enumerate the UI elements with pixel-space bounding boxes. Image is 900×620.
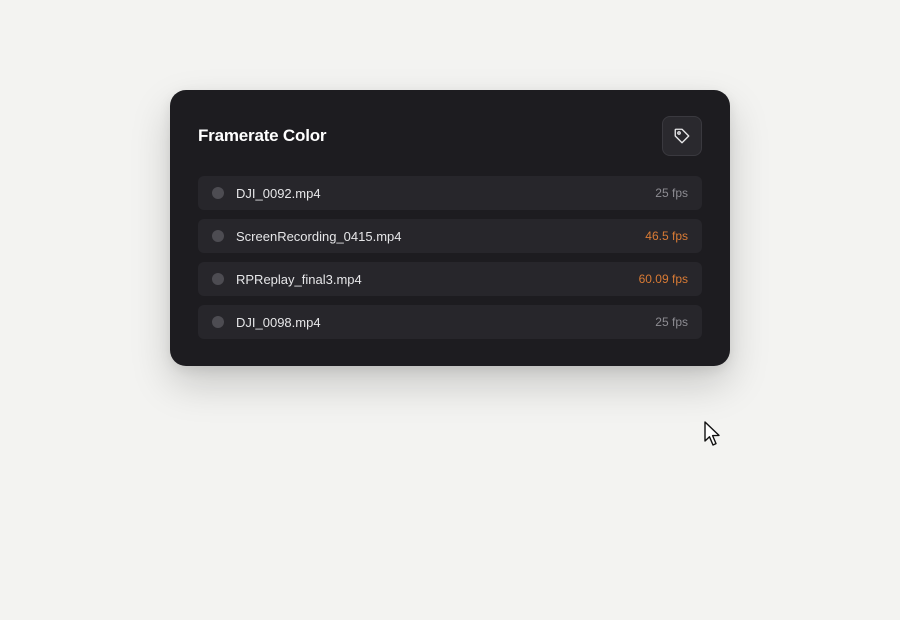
fps-label: 60.09 fps [638, 272, 688, 286]
tag-button[interactable] [662, 116, 702, 156]
file-name: DJI_0098.mp4 [236, 314, 321, 330]
file-row[interactable]: DJI_0092.mp4 25 fps [198, 176, 702, 210]
file-name: DJI_0092.mp4 [236, 185, 321, 201]
mouse-cursor-icon [704, 421, 720, 446]
file-list: DJI_0092.mp4 25 fps ScreenRecording_0415… [198, 176, 702, 339]
file-name: RPReplay_final3.mp4 [236, 271, 362, 287]
status-dot [212, 187, 224, 199]
framerate-color-card: Framerate Color DJI_0092.mp4 25 fps Scre… [170, 90, 730, 366]
card-header: Framerate Color [198, 116, 702, 156]
status-dot [212, 230, 224, 242]
tag-icon [674, 128, 690, 144]
status-dot [212, 273, 224, 285]
file-row[interactable]: DJI_0098.mp4 25 fps [198, 305, 702, 339]
fps-label: 46.5 fps [645, 229, 688, 243]
fps-label: 25 fps [655, 315, 688, 329]
file-name: ScreenRecording_0415.mp4 [236, 228, 402, 244]
card-title: Framerate Color [198, 126, 327, 145]
fps-label: 25 fps [655, 186, 688, 200]
file-row[interactable]: ScreenRecording_0415.mp4 46.5 fps [198, 219, 702, 253]
status-dot [212, 316, 224, 328]
file-row[interactable]: RPReplay_final3.mp4 60.09 fps [198, 262, 702, 296]
